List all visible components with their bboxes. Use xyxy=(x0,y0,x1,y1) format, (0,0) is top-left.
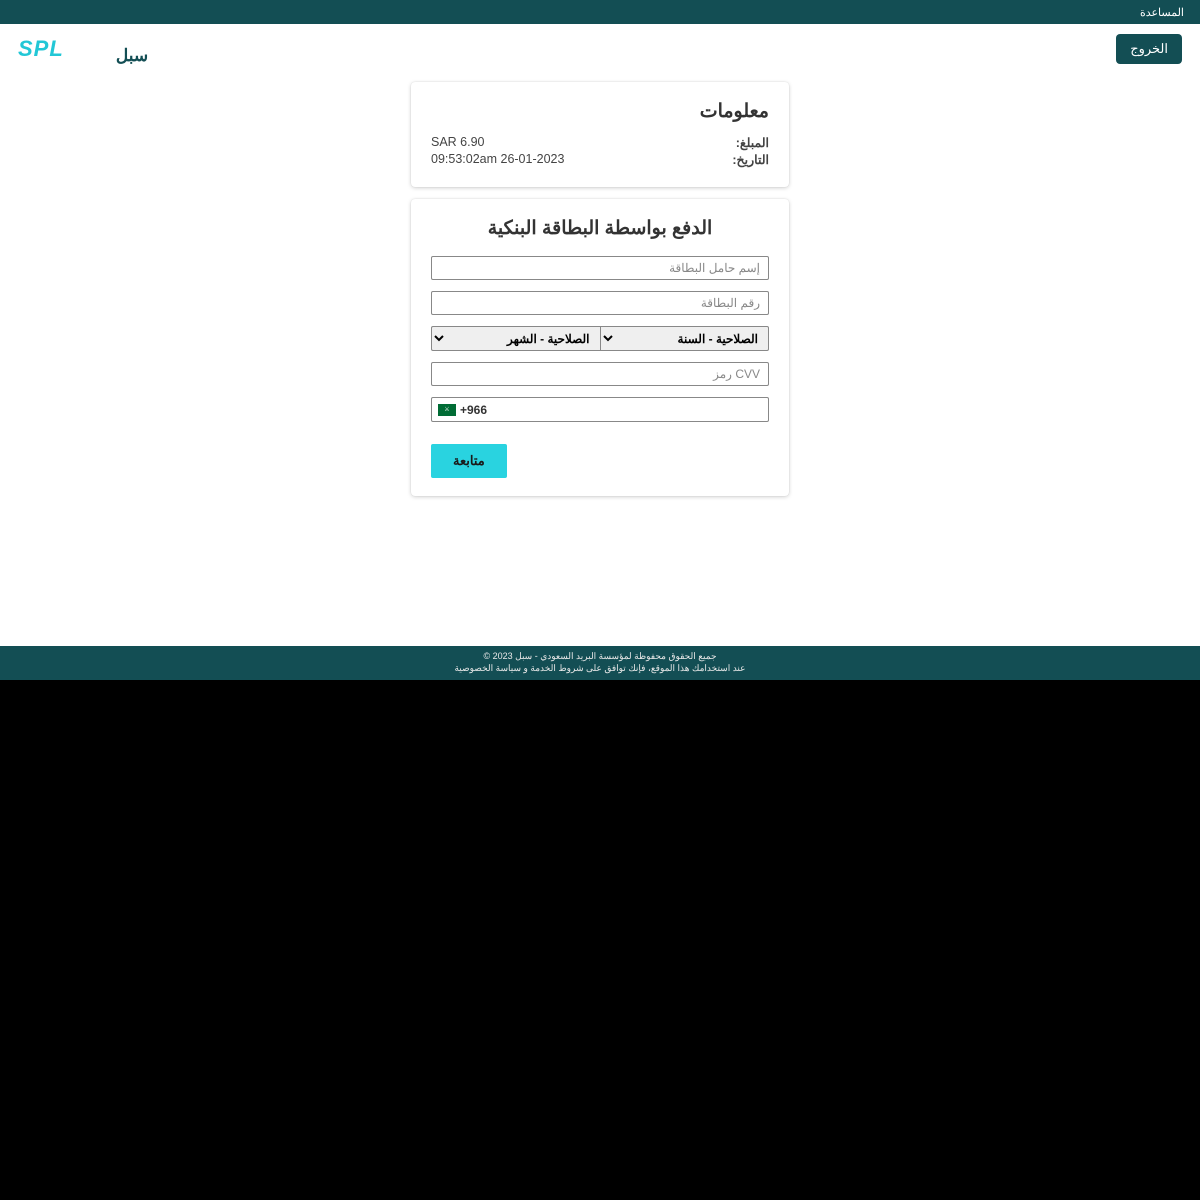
amount-label: المبلغ: xyxy=(736,135,769,150)
saudi-flag-icon: ⚔ xyxy=(438,404,456,416)
info-title: معلومات xyxy=(431,100,769,123)
content-center: معلومات المبلغ: SAR 6.90 التاريخ: 09:53:… xyxy=(0,68,1200,496)
footer-and: و xyxy=(521,663,530,673)
footer-prefix: عند استخدامك هذا الموقع، فإنك توافق على xyxy=(584,663,746,673)
cardholder-input[interactable] xyxy=(431,256,769,280)
top-bar: المساعدة xyxy=(0,0,1200,24)
header-row: الخروج سبل SPL xyxy=(0,24,1200,68)
terms-link[interactable]: شروط الخدمة xyxy=(530,663,583,673)
amount-value: SAR 6.90 xyxy=(431,135,485,150)
footer: جميع الحقوق محفوظة لمؤسسة البريد السعودي… xyxy=(0,646,1200,680)
footer-agreement: عند استخدامك هذا الموقع، فإنك توافق على … xyxy=(454,663,745,673)
footer-copyright: جميع الحقوق محفوظة لمؤسسة البريد السعودي… xyxy=(0,651,1200,663)
info-row-amount: المبلغ: SAR 6.90 xyxy=(431,135,769,150)
main-area: الخروج سبل SPL معلومات المبلغ: SAR 6.90 … xyxy=(0,24,1200,646)
payment-title: الدفع بواسطة البطاقة البنكية xyxy=(431,217,769,240)
date-label: التاريخ: xyxy=(732,152,769,167)
exit-button[interactable]: الخروج xyxy=(1116,34,1182,64)
info-card: معلومات المبلغ: SAR 6.90 التاريخ: 09:53:… xyxy=(411,82,789,187)
logo-arabic: سبل xyxy=(116,46,148,65)
cardnumber-input[interactable] xyxy=(431,291,769,315)
cvv-input[interactable] xyxy=(431,362,769,386)
privacy-link[interactable]: سياسة الخصوصية xyxy=(454,663,521,673)
dial-code: +966 xyxy=(460,403,487,417)
continue-button[interactable]: متابعة xyxy=(431,444,507,478)
help-link[interactable]: المساعدة xyxy=(1140,6,1184,19)
logo-english: SPL xyxy=(18,36,64,61)
expiry-row: الصلاحية - السنة الصلاحية - الشهر xyxy=(431,326,769,351)
info-row-date: التاريخ: 09:53:02am 26-01-2023 xyxy=(431,152,769,167)
expiry-year-select[interactable]: الصلاحية - السنة xyxy=(600,326,770,351)
logo: سبل SPL xyxy=(18,36,102,62)
payment-card: الدفع بواسطة البطاقة البنكية الصلاحية - … xyxy=(411,199,789,496)
expiry-month-select[interactable]: الصلاحية - الشهر xyxy=(431,326,600,351)
date-value: 09:53:02am 26-01-2023 xyxy=(431,152,564,167)
phone-row[interactable]: ⚔ +966 xyxy=(431,397,769,422)
phone-input[interactable] xyxy=(487,403,762,417)
